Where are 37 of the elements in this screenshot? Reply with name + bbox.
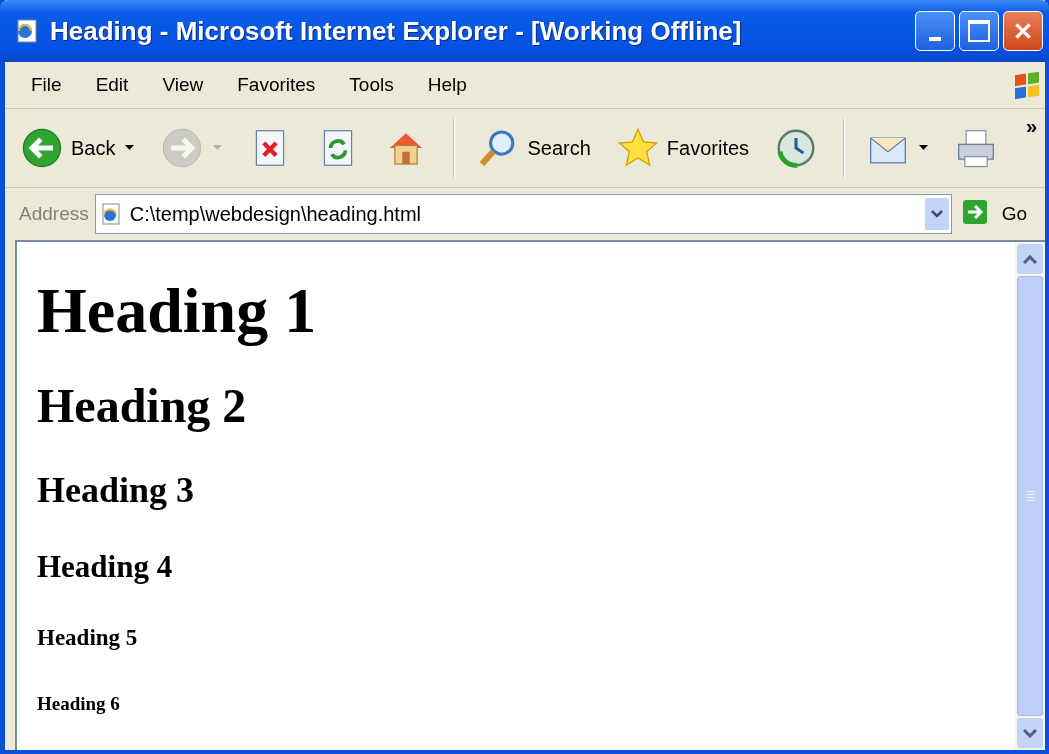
scroll-up-button[interactable] <box>1017 244 1043 274</box>
go-button[interactable]: Go <box>957 199 1045 229</box>
address-field[interactable]: C:\temp\webdesign\heading.html <box>94 194 952 234</box>
dropdown-arrow-icon[interactable] <box>919 145 930 151</box>
page-heading: Heading 2 <box>37 377 247 433</box>
star-icon <box>616 127 659 169</box>
close-button[interactable] <box>1003 11 1043 51</box>
x-icon <box>1013 21 1033 41</box>
menu-item[interactable]: Favorites <box>225 74 328 96</box>
page-heading: Heading 6 <box>37 693 120 716</box>
search-button[interactable]: Search <box>477 127 591 169</box>
scroll-thumb[interactable] <box>1017 276 1043 716</box>
menu-item[interactable]: Tools <box>337 74 406 96</box>
menu-item[interactable]: Help <box>415 74 479 96</box>
dropdown-button[interactable] <box>924 198 949 230</box>
chevron-down-icon <box>930 210 943 218</box>
page-heading: Heading 5 <box>37 624 138 652</box>
page-heading: Heading 1 <box>37 274 317 348</box>
dropdown-arrow-icon[interactable] <box>125 145 136 151</box>
back-arrow-button[interactable]: Back <box>21 127 116 169</box>
window-title: Heading - Microsoft Internet Explorer - [Working Offline] <box>50 15 742 47</box>
document-icon <box>14 18 40 44</box>
menu-item[interactable]: File <box>19 74 74 96</box>
address-label: Address <box>19 203 89 225</box>
menu-item[interactable]: Edit <box>83 74 141 96</box>
scroll-down-button[interactable] <box>1017 718 1043 748</box>
page-icon <box>99 203 122 225</box>
minimize-button[interactable] <box>915 11 955 51</box>
menu-item[interactable]: View <box>150 74 216 96</box>
chevron-down-icon <box>1023 728 1037 738</box>
scrollbar[interactable] <box>1015 242 1045 750</box>
chevron-up-icon <box>1023 254 1037 264</box>
page-heading: Heading 3 <box>37 469 195 512</box>
page-heading: Heading 4 <box>37 549 173 585</box>
toolbar-overflow-button[interactable]: » <box>1025 115 1037 138</box>
maximize-button[interactable] <box>959 11 999 51</box>
star-button[interactable]: Favorites <box>616 127 750 169</box>
